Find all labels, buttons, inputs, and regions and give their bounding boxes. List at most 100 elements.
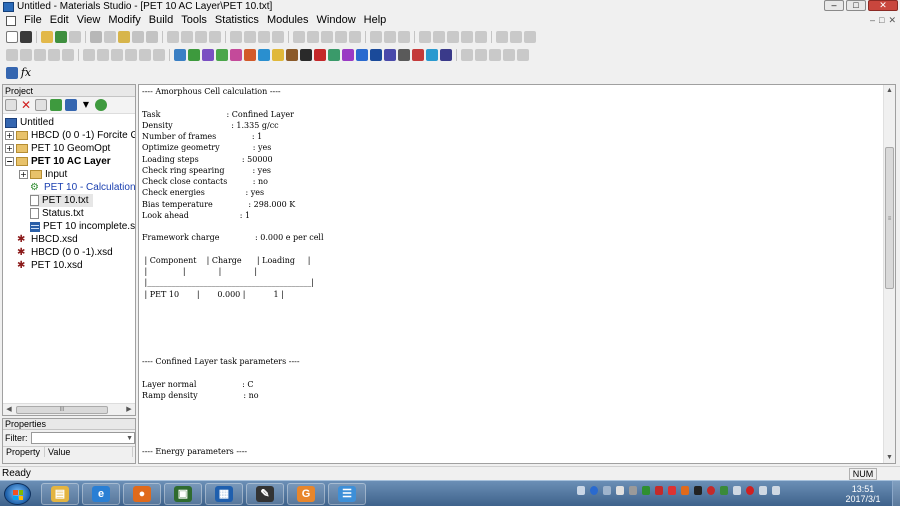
scroll-down-icon[interactable]: ▼ (884, 452, 895, 463)
property-column-header[interactable]: Property (3, 447, 45, 457)
tree-node-status-txt[interactable]: Status.txt (30, 207, 84, 220)
amorphous-cell-icon[interactable] (174, 49, 186, 61)
menu-file[interactable]: File (20, 13, 46, 28)
mdi-minimize-button[interactable]: – (870, 15, 875, 26)
redo-icon[interactable] (146, 31, 158, 43)
tray-record-icon[interactable] (746, 486, 754, 495)
tray-volume-icon[interactable] (733, 486, 741, 495)
fit-to-screen-icon[interactable] (230, 31, 242, 43)
color-icon[interactable] (447, 31, 459, 43)
qmera-icon[interactable] (272, 49, 284, 61)
expand-icon[interactable]: + (19, 170, 28, 179)
clean-icon[interactable] (349, 31, 361, 43)
ring-icon[interactable] (307, 31, 319, 43)
label-icon[interactable] (419, 31, 431, 43)
refresh-icon[interactable] (50, 99, 62, 111)
job-explorer-icon[interactable] (95, 99, 107, 111)
properties-page-icon[interactable] (35, 99, 47, 111)
delete-icon[interactable]: ✕ (20, 99, 32, 111)
open-icon[interactable] (41, 31, 53, 43)
tray-app-icon[interactable] (642, 486, 650, 495)
gulp-icon[interactable] (258, 49, 270, 61)
dropdown-icon[interactable]: ▼ (80, 99, 92, 111)
vamp-icon[interactable] (370, 49, 382, 61)
translate-icon[interactable] (181, 31, 193, 43)
scroll-thumb[interactable]: ≡ (885, 147, 894, 289)
taskbar-app-file-explorer[interactable]: ▤ (41, 483, 79, 505)
menu-tools[interactable]: Tools (177, 13, 211, 28)
maximize-button[interactable]: □ (846, 0, 866, 11)
polymorph-icon[interactable] (356, 49, 368, 61)
window-tile-icon[interactable] (489, 49, 501, 61)
tray-help-icon[interactable] (590, 486, 598, 495)
taskbar-app-editor[interactable]: ✎ (246, 483, 284, 505)
list-view-icon[interactable] (48, 49, 60, 61)
explorer-icon[interactable] (6, 67, 18, 79)
tree-node-pet10-txt[interactable]: PET 10.txt (30, 194, 93, 207)
build-bond-icon[interactable] (167, 31, 179, 43)
filter-icon[interactable] (62, 49, 74, 61)
center-icon[interactable] (244, 31, 256, 43)
menu-modules[interactable]: Modules (263, 13, 313, 28)
rubber-band-icon[interactable] (153, 49, 165, 61)
menu-view[interactable]: View (73, 13, 105, 28)
taskbar-app-foxit-reader[interactable]: G (287, 483, 325, 505)
properties-icon[interactable] (475, 31, 487, 43)
tray-media-icon[interactable] (694, 486, 702, 495)
tree-node-pet10-geomopt[interactable]: + PET 10 GeomOpt (5, 142, 110, 155)
taskbar-app-terminal[interactable]: ▣ (164, 483, 202, 505)
tree-node-pet10-ac-layer[interactable]: − PET 10 AC Layer (5, 155, 111, 168)
formula-icon[interactable]: fx (20, 67, 32, 79)
link-icon[interactable] (461, 49, 473, 61)
tree-node-pet10-std[interactable]: PET 10 incomplete.std (30, 220, 135, 233)
lighting-icon[interactable] (461, 31, 473, 43)
crystal-icon[interactable] (384, 31, 396, 43)
project-horizontal-scrollbar[interactable]: ◀ III ▶ (3, 403, 135, 415)
menu-modify[interactable]: Modify (104, 13, 144, 28)
grid-icon[interactable] (496, 31, 508, 43)
select-arrow-icon[interactable] (83, 49, 95, 61)
start-button[interactable] (4, 483, 31, 505)
zoom-icon[interactable] (209, 31, 221, 43)
tray-signal-icon[interactable] (772, 486, 780, 495)
reflex-icon[interactable] (314, 49, 326, 61)
tray-keyboard-icon[interactable] (577, 486, 585, 495)
save-icon[interactable] (20, 31, 32, 43)
menu-build[interactable]: Build (145, 13, 177, 28)
expand-icon[interactable]: + (5, 144, 14, 153)
rotate-view-icon[interactable] (125, 49, 137, 61)
document-text[interactable]: ---- Amorphous Cell calculation ---- Tas… (142, 86, 882, 462)
chain-icon[interactable] (321, 31, 333, 43)
onetep-icon[interactable] (398, 49, 410, 61)
tree-node-untitled[interactable]: Untitled (5, 116, 54, 129)
tray-ime-icon[interactable] (603, 486, 611, 495)
atom-selection-icon[interactable] (6, 49, 18, 61)
mdi-close-button[interactable]: ✕ (888, 15, 896, 26)
tray-network-icon[interactable] (759, 486, 767, 495)
close-button[interactable]: ✕ (868, 0, 898, 11)
menu-edit[interactable]: Edit (46, 13, 73, 28)
menu-window[interactable]: Window (313, 13, 360, 28)
split-icon[interactable] (475, 49, 487, 61)
bond-select-icon[interactable] (20, 49, 32, 61)
forcite-icon[interactable] (188, 49, 200, 61)
cut-icon[interactable] (90, 31, 102, 43)
collapse-icon[interactable]: − (5, 157, 14, 166)
tree-node-hbcd-001-xsd[interactable]: ✱ HBCD (0 0 -1).xsd (17, 246, 113, 259)
tray-update-icon[interactable] (681, 486, 689, 495)
qsar-icon[interactable] (426, 49, 438, 61)
tray-sync-icon[interactable] (720, 486, 728, 495)
table-icon[interactable] (524, 31, 536, 43)
new-icon[interactable] (6, 31, 18, 43)
conformers-icon[interactable] (384, 49, 396, 61)
import-icon[interactable] (55, 31, 67, 43)
lasso-icon[interactable] (97, 49, 109, 61)
scroll-thumb[interactable]: III (16, 406, 108, 414)
castep-icon[interactable] (202, 49, 214, 61)
tree-node-hbcd-xsd[interactable]: ✱ HBCD.xsd (17, 233, 78, 246)
tree-node-pet10-xsd[interactable]: ✱ PET 10.xsd (17, 259, 83, 272)
zoom-view-icon[interactable] (139, 49, 151, 61)
document-vertical-scrollbar[interactable]: ▲ ≡ ▼ (883, 85, 895, 463)
undo-icon[interactable] (132, 31, 144, 43)
chevron-down-icon[interactable]: ▼ (126, 433, 133, 444)
